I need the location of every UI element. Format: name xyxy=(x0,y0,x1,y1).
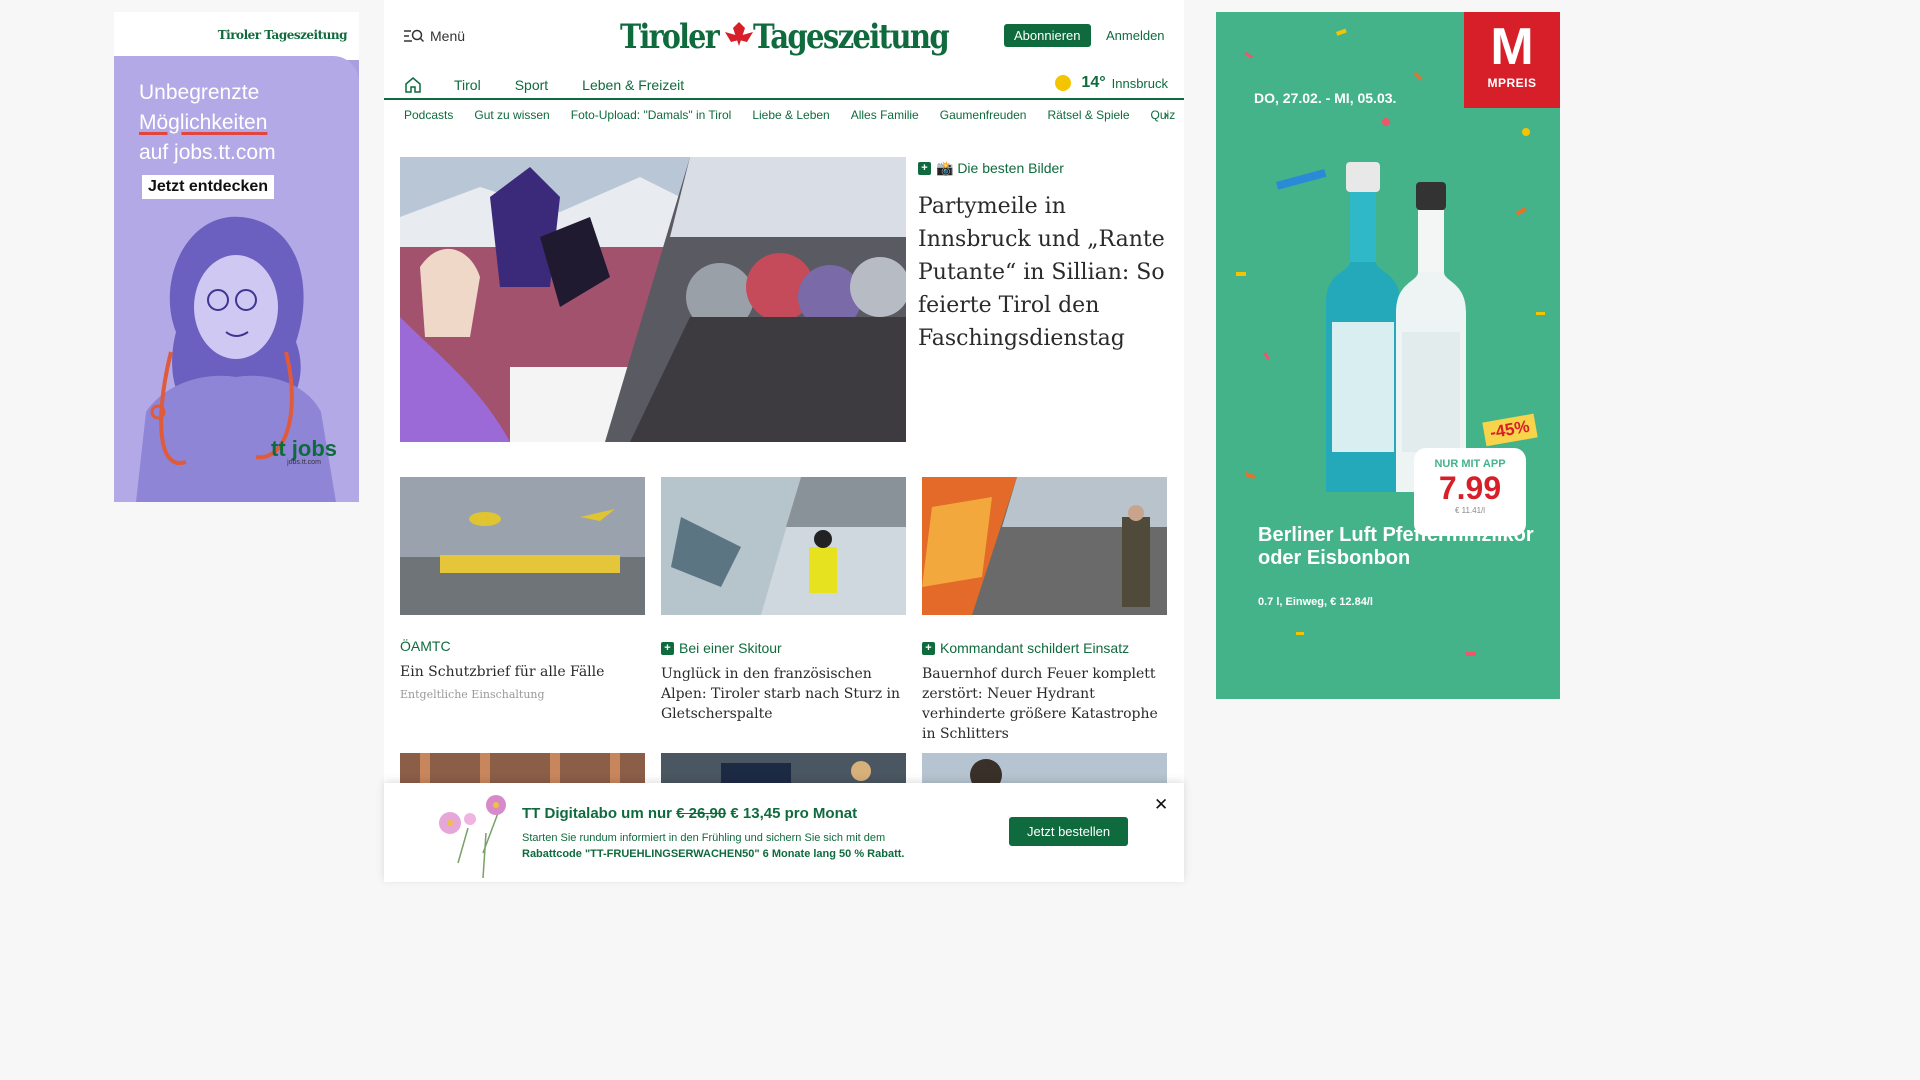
menu-button[interactable]: Menü xyxy=(404,28,465,44)
weather-widget[interactable]: 14° Innsbruck xyxy=(1055,74,1168,92)
left-ad[interactable]: Tiroler Tageszeitung Unbegrenzte Möglich… xyxy=(114,12,359,502)
article-title: Ein Schutzbrief für alle Fälle xyxy=(400,664,605,680)
ad-cta-button[interactable]: Jetzt entdecken xyxy=(142,175,275,199)
article-card[interactable]: + Kommandant schildert Einsatz Bauernhof… xyxy=(922,477,1167,744)
nav-item-leben-freizeit[interactable]: Leben & Freizeit xyxy=(582,77,684,93)
promo-text-line-2: Rabattcode "TT-FRUEHLINGSERWACHEN50" 6 M… xyxy=(522,848,905,860)
promo-text-line-1: Starten Sie rundum informiert in den Frü… xyxy=(522,832,886,844)
mpreis-logo-name: MPREIS xyxy=(1487,76,1537,90)
promo-title: TT Digitalabo um nur € 26,90 € 13,45 pro… xyxy=(522,805,857,822)
sun-icon xyxy=(1055,75,1072,91)
home-icon[interactable] xyxy=(404,76,422,94)
article-image xyxy=(922,477,1167,615)
product-details: 0.7 l, Einweg, € 12.84/l xyxy=(1258,596,1373,608)
article-image[interactable] xyxy=(400,753,645,783)
main-column: Menü Tiroler Tageszeitung Abonnieren Anm… xyxy=(384,0,1184,882)
ad-brand: Tiroler Tageszeitung xyxy=(217,28,348,42)
svg-text:Tiroler: Tiroler xyxy=(620,17,721,57)
mpreis-logo-letter: M xyxy=(1490,18,1534,76)
price-tag: NUR MIT APP 7.99 € 11.41/l xyxy=(1414,448,1526,536)
ad-line-2: Möglichkeiten xyxy=(139,111,268,134)
nav-divider xyxy=(384,98,1184,100)
order-button[interactable]: Jetzt bestellen xyxy=(1009,817,1129,846)
weather-temp: 14° xyxy=(1081,74,1106,91)
article-card[interactable]: + Bei einer Skitour Unglück in den franz… xyxy=(661,477,906,724)
subscription-banner: TT Digitalabo um nur € 26,90 € 13,45 pro… xyxy=(384,783,1184,882)
mpreis-logo: M MPREIS xyxy=(1464,12,1560,108)
plus-badge-icon: + xyxy=(661,641,674,655)
weather-city: Innsbruck xyxy=(1111,75,1168,91)
sponsored-label: Entgeltliche Einschaltung xyxy=(400,688,545,701)
article-kicker: + Bei einer Skitour xyxy=(661,640,906,656)
ad-line-3: auf jobs.tt.com xyxy=(139,141,276,164)
subnav-item[interactable]: Rätsel & Spiele xyxy=(1047,108,1129,126)
plus-badge-icon: + xyxy=(918,162,931,175)
article-kicker-text: Kommandant schildert Einsatz xyxy=(940,640,1130,656)
ad-date-range: DO, 27.02. - MI, 05.03. xyxy=(1254,90,1397,106)
tt-jobs-logo: tt jobs jobs.tt.com xyxy=(271,438,337,468)
site-logo[interactable]: Tiroler Tageszeitung xyxy=(620,10,950,60)
flower-illustration xyxy=(439,795,506,878)
product-name: Berliner Luft Pfefferminzlikör oder Eisb… xyxy=(1258,524,1534,569)
menu-search-icon xyxy=(404,29,424,43)
promo-text: Starten Sie rundum informiert in den Frü… xyxy=(522,830,904,862)
chevron-right-icon[interactable]: › xyxy=(1164,107,1168,122)
primary-nav: Tirol Sport Leben & Freizeit 14° Innsbru… xyxy=(404,72,1168,98)
subnav-item[interactable]: Foto-Upload: "Damals" in Tirol xyxy=(571,108,732,126)
subnav-item[interactable]: Gut zu wissen xyxy=(474,108,549,126)
svg-text:Tageszeitung: Tageszeitung xyxy=(753,17,949,57)
article-title: Bauernhof durch Feuer komplett zerstört:… xyxy=(922,666,1158,742)
hero-title[interactable]: Partymeile in Innsbruck und „Rante Putan… xyxy=(918,190,1173,355)
article-title: Unglück in den französischen Alpen: Tiro… xyxy=(661,666,901,722)
promo-new-price: € 13,45 pro Monat xyxy=(730,805,858,822)
hero-image[interactable] xyxy=(400,157,906,442)
article-image xyxy=(661,477,906,615)
subscribe-button[interactable]: Abonnieren xyxy=(1004,24,1091,47)
plus-badge-icon: + xyxy=(922,641,935,655)
right-ad[interactable]: M MPREIS DO, 27.02. - MI, 05.03. -45% NU… xyxy=(1216,12,1560,699)
subnav-item[interactable]: Podcasts xyxy=(404,108,453,126)
article-image[interactable] xyxy=(661,753,906,783)
login-link[interactable]: Anmelden xyxy=(1106,28,1165,43)
ad-line-1: Unbegrenzte xyxy=(139,81,260,104)
subnav-item[interactable]: Alles Familie xyxy=(851,108,919,126)
article-image xyxy=(400,477,645,615)
nav-item-tirol[interactable]: Tirol xyxy=(454,77,481,93)
subnav-item[interactable]: Liebe & Leben xyxy=(752,108,829,126)
nav-item-sport[interactable]: Sport xyxy=(515,77,548,93)
article-image[interactable] xyxy=(922,753,1167,783)
hero-kicker[interactable]: + 📸 Die besten Bilder xyxy=(918,160,1064,177)
menu-label: Menü xyxy=(430,28,466,44)
close-icon[interactable]: ✕ xyxy=(1154,795,1168,815)
article-kicker-text: Bei einer Skitour xyxy=(679,640,782,656)
promo-old-price: € 26,90 xyxy=(676,805,727,822)
ad-headline: Unbegrenzte Möglichkeiten auf jobs.tt.co… xyxy=(139,78,276,168)
secondary-nav: Podcasts Gut zu wissen Foto-Upload: "Dam… xyxy=(404,107,1175,126)
price-value: 7.99 xyxy=(1438,470,1502,506)
subnav-item[interactable]: Gaumenfreuden xyxy=(940,108,1027,126)
article-kicker: ÖAMTC xyxy=(400,638,451,654)
promo-title-prefix: TT Digitalabo um nur xyxy=(522,805,672,822)
article-kicker: + Kommandant schildert Einsatz xyxy=(922,640,1167,656)
hero-kicker-text: 📸 Die besten Bilder xyxy=(936,160,1064,176)
article-card[interactable]: ÖAMTC Ein Schutzbrief für alle Fälle Ent… xyxy=(400,477,645,701)
app-only-label: NUR MIT APP xyxy=(1434,458,1506,470)
unit-price: € 11.41/l xyxy=(1454,506,1486,515)
